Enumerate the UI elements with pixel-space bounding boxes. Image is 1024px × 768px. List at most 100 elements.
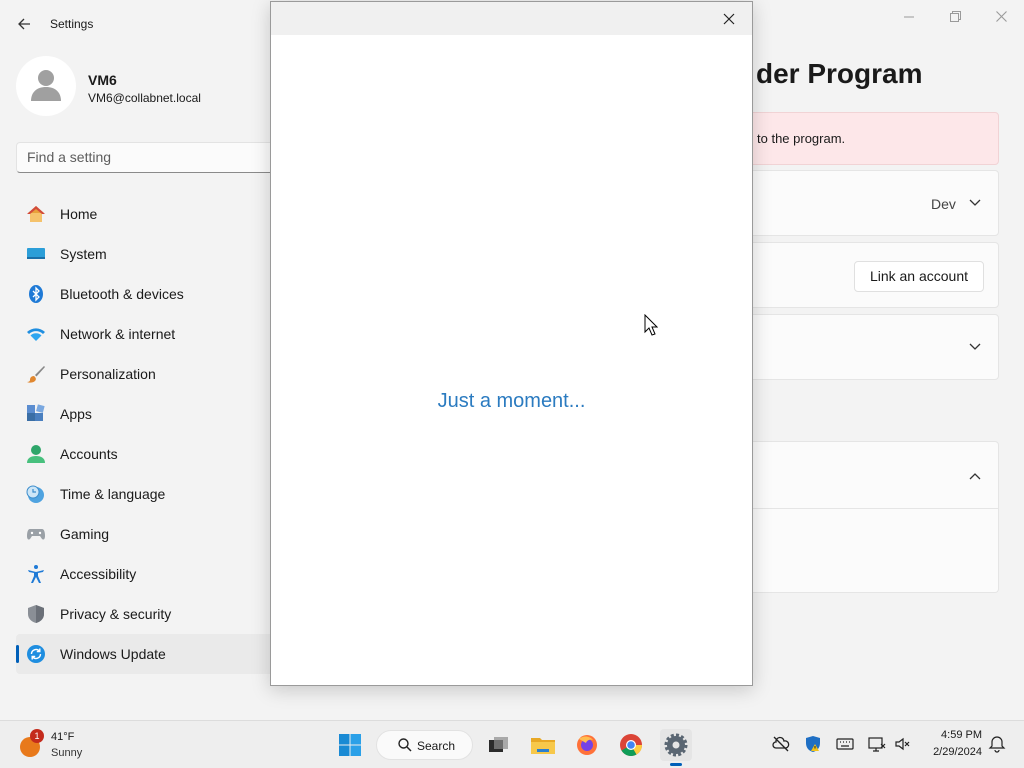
sidebar-item-label: Bluetooth & devices <box>60 286 184 302</box>
user-name: VM6 <box>88 72 117 88</box>
chevron-down-icon <box>969 199 981 206</box>
apps-icon <box>27 404 45 421</box>
firefox-button[interactable] <box>571 729 603 761</box>
weather-condition: Sunny <box>51 747 83 759</box>
person-icon <box>31 70 61 101</box>
sidebar-item-accessibility[interactable]: Accessibility <box>16 554 276 594</box>
settings-search-input[interactable]: Find a setting <box>16 142 286 173</box>
sidebar-item-time-language[interactable]: Time & language <box>16 474 276 514</box>
sidebar-item-label: Accounts <box>60 446 118 462</box>
sidebar-item-network[interactable]: Network & internet <box>16 314 276 354</box>
channel-setting-card[interactable]: Dev <box>740 170 999 236</box>
accessibility-icon <box>28 565 44 583</box>
sidebar-item-label: Windows Update <box>60 646 166 662</box>
accounts-icon <box>27 445 45 463</box>
user-email: VM6@collabnet.local <box>88 91 201 105</box>
expandable-setting-card[interactable] <box>740 314 999 380</box>
sidebar-item-label: Network & internet <box>60 326 176 342</box>
sidebar-item-gaming[interactable]: Gaming <box>16 514 276 554</box>
defender-warning-icon[interactable] <box>804 735 822 753</box>
back-arrow-icon <box>18 18 30 30</box>
sidebar-item-label: Time & language <box>60 486 166 502</box>
sidebar-item-accounts[interactable]: Accounts <box>16 434 276 474</box>
channel-value: Dev <box>931 196 956 212</box>
close-icon <box>995 11 1007 22</box>
network-icon[interactable] <box>868 735 886 753</box>
expanded-section-body <box>740 509 999 593</box>
minimize-icon <box>904 16 914 18</box>
taskbar-search[interactable]: Search <box>376 730 473 760</box>
clock-globe-icon <box>26 485 44 503</box>
chrome-button[interactable] <box>615 729 647 761</box>
system-icon <box>27 248 45 259</box>
page-title: der Program <box>756 58 923 89</box>
sidebar-item-bluetooth[interactable]: Bluetooth & devices <box>16 274 276 314</box>
sidebar-item-label: Home <box>60 206 98 222</box>
gamepad-icon <box>27 529 45 540</box>
weather-widget[interactable]: 1 41°F Sunny <box>18 729 118 761</box>
wifi-icon <box>27 328 45 341</box>
sidebar-item-privacy-security[interactable]: Privacy & security <box>16 594 276 634</box>
sidebar-item-system[interactable]: System <box>16 234 276 274</box>
notification-bell-icon[interactable] <box>988 735 1006 753</box>
sidebar-item-personalization[interactable]: Personalization <box>16 354 276 394</box>
maximize-button[interactable] <box>932 6 978 30</box>
home-icon <box>27 206 45 222</box>
settings-taskbar-button[interactable] <box>660 729 692 761</box>
user-profile[interactable]: VM6 VM6@collabnet.local <box>16 56 256 120</box>
account-setting-card: Link an account <box>740 242 999 308</box>
sidebar-item-apps[interactable]: Apps <box>16 394 276 434</box>
task-view-icon <box>489 737 508 752</box>
avatar <box>16 56 76 116</box>
clock-date[interactable]: 2/29/2024 <box>922 746 982 758</box>
link-account-button[interactable]: Link an account <box>854 261 984 292</box>
app-title: Settings <box>50 17 94 31</box>
restore-icon <box>949 11 961 22</box>
settings-gear-icon <box>664 733 688 757</box>
sidebar-item-home[interactable]: Home <box>16 194 276 234</box>
volume-muted-icon[interactable] <box>894 735 912 753</box>
onedrive-offline-icon[interactable] <box>772 735 790 753</box>
sidebar-nav: Home System Bluetooth & devices Network … <box>16 194 276 674</box>
chrome-icon <box>620 734 642 756</box>
sidebar-item-label: Gaming <box>60 526 110 542</box>
weather-temperature: 41°F <box>51 731 75 743</box>
alert-banner: to the program. <box>740 112 999 165</box>
update-icon <box>27 645 45 663</box>
sidebar-item-label: Privacy & security <box>60 606 172 622</box>
keyboard-icon[interactable] <box>836 735 854 753</box>
dialog-title-bar <box>271 2 752 35</box>
chevron-down-icon <box>969 343 981 350</box>
dialog-close-button[interactable] <box>718 8 740 30</box>
sidebar-item-label: Accessibility <box>60 566 137 582</box>
sidebar-item-windows-update[interactable]: Windows Update <box>16 634 276 674</box>
sidebar-item-label: System <box>60 246 107 262</box>
sidebar-item-label: Apps <box>60 406 92 422</box>
clock-time[interactable]: 4:59 PM <box>934 729 982 741</box>
start-button[interactable] <box>334 729 366 761</box>
sidebar-item-label: Personalization <box>60 366 156 382</box>
search-icon <box>398 738 412 752</box>
sign-in-dialog: Just a moment... <box>270 1 753 686</box>
windows-logo-icon <box>339 734 361 756</box>
brush-icon <box>27 366 45 383</box>
search-placeholder: Find a setting <box>27 149 112 165</box>
search-label: Search <box>417 739 456 753</box>
active-app-indicator <box>670 763 682 766</box>
close-window-button[interactable] <box>978 6 1024 30</box>
alert-text: to the program. <box>757 131 846 146</box>
chevron-up-icon <box>969 473 981 480</box>
taskbar: 1 41°F Sunny Search 4:59 PM 2/29/2024 <box>0 720 1024 768</box>
expanded-section-header[interactable] <box>740 441 999 509</box>
notification-badge: 1 <box>30 729 44 743</box>
back-button[interactable] <box>14 14 34 34</box>
bluetooth-icon <box>29 285 43 303</box>
file-explorer-icon <box>531 738 555 754</box>
close-icon <box>723 13 735 25</box>
firefox-icon <box>577 735 597 755</box>
shield-icon <box>28 605 44 623</box>
minimize-button[interactable] <box>886 6 932 30</box>
file-explorer-button[interactable] <box>527 729 559 761</box>
task-view-button[interactable] <box>482 729 514 761</box>
mouse-cursor-icon <box>644 314 658 336</box>
